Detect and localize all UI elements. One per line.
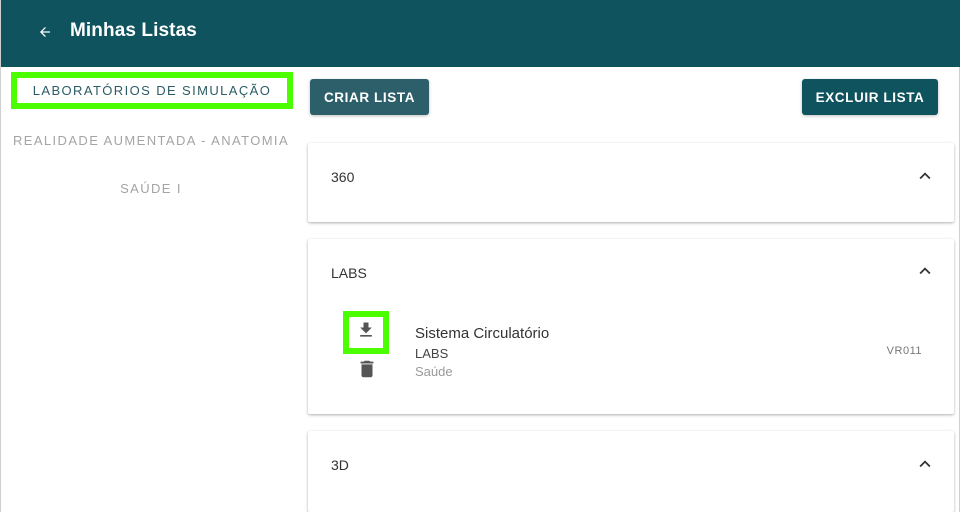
item-area: Saúde <box>415 364 453 379</box>
tab-realidade-aumentada-anatomia[interactable]: REALIDADE AUMENTADA - ANATOMIA <box>1 133 301 148</box>
trash-icon[interactable] <box>356 358 378 380</box>
tab-laboratorios-de-simulacao[interactable]: LABORATÓRIOS DE SIMULAÇÃO <box>11 72 293 109</box>
chevron-up-icon[interactable] <box>914 453 936 475</box>
item-code: VR011 <box>886 345 922 357</box>
list-title: 360 <box>331 169 355 185</box>
download-icon <box>356 320 376 345</box>
list-card-3d: 3D <box>308 431 954 512</box>
list-card-360: 360 <box>308 143 954 222</box>
tab-saude-i[interactable]: SAÚDE I <box>1 181 301 196</box>
chevron-up-icon[interactable] <box>914 260 936 282</box>
list-card-labs: LABS Sistema Circulatório LABS Saúde VR0… <box>308 239 954 414</box>
app-header: Minhas Listas <box>1 0 960 67</box>
arrow-left-icon[interactable] <box>35 22 55 42</box>
list-title: LABS <box>331 265 367 281</box>
chevron-up-icon[interactable] <box>914 165 936 187</box>
item-name: Sistema Circulatório <box>415 325 550 342</box>
item-category: LABS <box>415 346 449 361</box>
delete-list-button[interactable]: EXCLUIR LISTA <box>802 79 938 115</box>
list-title: 3D <box>331 457 349 473</box>
download-button[interactable] <box>343 311 389 354</box>
create-list-button[interactable]: CRIAR LISTA <box>310 79 429 115</box>
page-title: Minhas Listas <box>70 20 197 41</box>
